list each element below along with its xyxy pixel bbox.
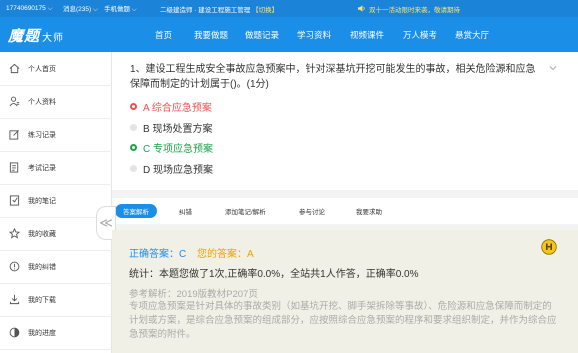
answer-line: 正确答案：C 您的答案：A [129,245,254,260]
option-c[interactable]: C 专项应急预案 [130,140,213,155]
tab-correction[interactable]: 纠错 [179,206,192,216]
nav-mock-exam[interactable]: 万人模考 [403,29,437,41]
radio-icon [130,165,137,172]
sidebar-item-exam-record[interactable]: 考试记录 [0,151,112,185]
option-a[interactable]: A 综合应急预案 [130,99,212,114]
question-card: 1、建设工程生成安全事故应急预案中，针对深基坑开挖可能发生的事故，相关危险源和应… [112,52,578,190]
progress-icon [9,327,20,338]
nav-study-materials[interactable]: 学习资料 [297,29,331,41]
nav-home[interactable]: 首页 [155,29,172,41]
double-chevron-left-icon: ≪ [99,215,113,230]
sidebar-item-downloads[interactable]: 我的下载 [0,283,112,317]
note-icon [9,195,20,206]
medal-badge-icon[interactable] [541,239,557,255]
option-label: C 专项应急预案 [143,144,213,155]
option-label: A 综合应急预案 [143,103,212,114]
sidebar-item-label: 我的进度 [28,329,56,337]
main-nav: 魔题 大师 首页 我要做题 做题记录 学习资料 视频课件 万人模考 悬赏大厅 [0,17,578,52]
exam-record-icon [9,162,19,173]
home-icon [9,63,20,74]
sidebar: 个人首页 个人资料 练习记录 考试记录 我的笔记 我的收藏 我的纠错 我的下载 … [0,52,112,353]
sidebar-item-label: 练习记录 [28,131,56,139]
switch-subject-link[interactable]: 【切换】 [252,7,278,14]
sidebar-item-progress[interactable]: 我的进度 [0,316,112,350]
option-label: D 现场应急预案 [143,165,213,176]
sidebar-item-notes[interactable]: 我的笔记 [0,184,112,218]
tab-ask-help[interactable]: 我要求助 [356,206,382,216]
my-answer: 您的答案：A [197,249,254,260]
answer-stats: 统计：本题您做了1次,正确率0.0%，全站共1人作答，正确率0.0% [129,269,419,280]
mobile-practice-dropdown[interactable]: 手机做题 ⌵ [104,3,137,14]
option-d[interactable]: D 现场应急预案 [130,161,213,176]
sidebar-item-label: 我的笔记 [28,197,56,205]
sidebar-item-label: 我的纠错 [28,263,56,271]
nav-video-courses[interactable]: 视频课件 [350,29,384,41]
profile-icon [9,96,20,107]
chevron-down-icon[interactable] [549,64,557,72]
sidebar-item-profile[interactable]: 个人资料 [0,85,112,119]
radio-icon [130,124,137,131]
edit-record-icon [9,130,19,140]
question-text: 1、建设工程生成安全事故应急预案中，针对深基坑开挖可能发生的事故，相关危险源和应… [130,64,536,90]
sidebar-item-label: 我的收藏 [28,230,56,238]
promo-banner[interactable]: 双十一活动限时来袭，敬请期待 [358,4,460,14]
exam-subject-title: 二级建造师 · 建设工程施工管理 【切换】 [160,4,278,14]
exam-subject-name: 二级建造师 · 建设工程施工管理 [160,6,251,14]
radio-wrong-icon [130,103,137,110]
error-icon [9,261,20,272]
sidebar-item-practice-record[interactable]: 练习记录 [0,118,112,152]
answer-tabs: 答案解析 纠错 添加笔记/解析 参与讨论 我要求助 [112,198,578,224]
sidebar-item-label: 个人资料 [28,98,56,106]
radio-correct-icon [130,144,137,151]
nav-practice-record[interactable]: 做题记录 [245,29,279,41]
star-icon [9,228,20,239]
answer-explanation: 专项应急预案是针对具体的事故类别（如基坑开挖、脚手架拆除等事故）、危险源和应急保… [129,301,557,340]
sidebar-item-label: 考试记录 [28,164,56,172]
answer-panel: 正确答案：C 您的答案：A 统计：本题您做了1次,正确率0.0%，全站共1人作答… [112,230,578,353]
sidebar-item-corrections[interactable]: 我的纠错 [0,250,112,284]
option-b[interactable]: B 现场处置方案 [130,120,212,135]
sidebar-item-label: 个人首页 [28,65,56,73]
tab-answer-analysis[interactable]: 答案解析 [115,204,157,218]
nav-bounty-hall[interactable]: 悬赏大厅 [455,29,489,41]
logo[interactable]: 魔题 大师 [8,25,64,46]
promo-text: 双十一活动限时来袭，敬请期待 [369,6,460,14]
tab-add-note[interactable]: 添加笔记/解析 [225,206,266,216]
tab-discussion[interactable]: 参与讨论 [299,206,325,216]
sidebar-item-home[interactable]: 个人首页 [0,52,112,86]
download-icon [9,294,20,305]
reference-source: 参考解析：2019版教材P207页 [129,289,258,300]
correct-answer: 正确答案：C [129,249,187,260]
account-dropdown[interactable]: 17740690175 ⌵ [6,5,53,13]
top-bar: 17740690175 ⌵ 消息(235) ⌵ 手机做题 ⌵ 二级建造师 · 建… [0,0,578,17]
logo-main: 魔题 [8,27,41,45]
logo-sub: 大师 [42,33,65,44]
messages-dropdown[interactable]: 消息(235) ⌵ [63,3,98,14]
speaker-icon [358,5,365,12]
sidebar-item-label: 我的下载 [28,296,56,304]
nav-practice[interactable]: 我要做题 [194,29,228,41]
option-label: B 现场处置方案 [143,124,213,135]
